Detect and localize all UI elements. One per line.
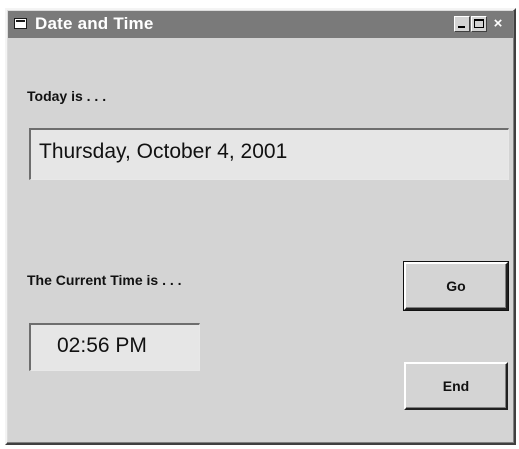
current-time-label: The Current Time is . . . bbox=[27, 272, 182, 288]
date-field[interactable]: Thursday, October 4, 2001 bbox=[29, 128, 509, 180]
end-button[interactable]: End bbox=[404, 362, 508, 410]
window-title: Date and Time bbox=[35, 14, 154, 33]
date-time-window: Date and Time × Today is . . . Thursday,… bbox=[5, 8, 516, 445]
time-field[interactable]: 02:56 PM bbox=[29, 323, 200, 371]
today-label: Today is . . . bbox=[27, 88, 107, 104]
maximize-icon[interactable] bbox=[471, 16, 487, 32]
window-icon[interactable] bbox=[14, 18, 27, 29]
minimize-icon[interactable] bbox=[454, 16, 470, 32]
title-bar[interactable]: Date and Time × bbox=[8, 11, 513, 38]
go-button[interactable]: Go bbox=[403, 261, 509, 311]
close-icon[interactable]: × bbox=[490, 16, 506, 32]
